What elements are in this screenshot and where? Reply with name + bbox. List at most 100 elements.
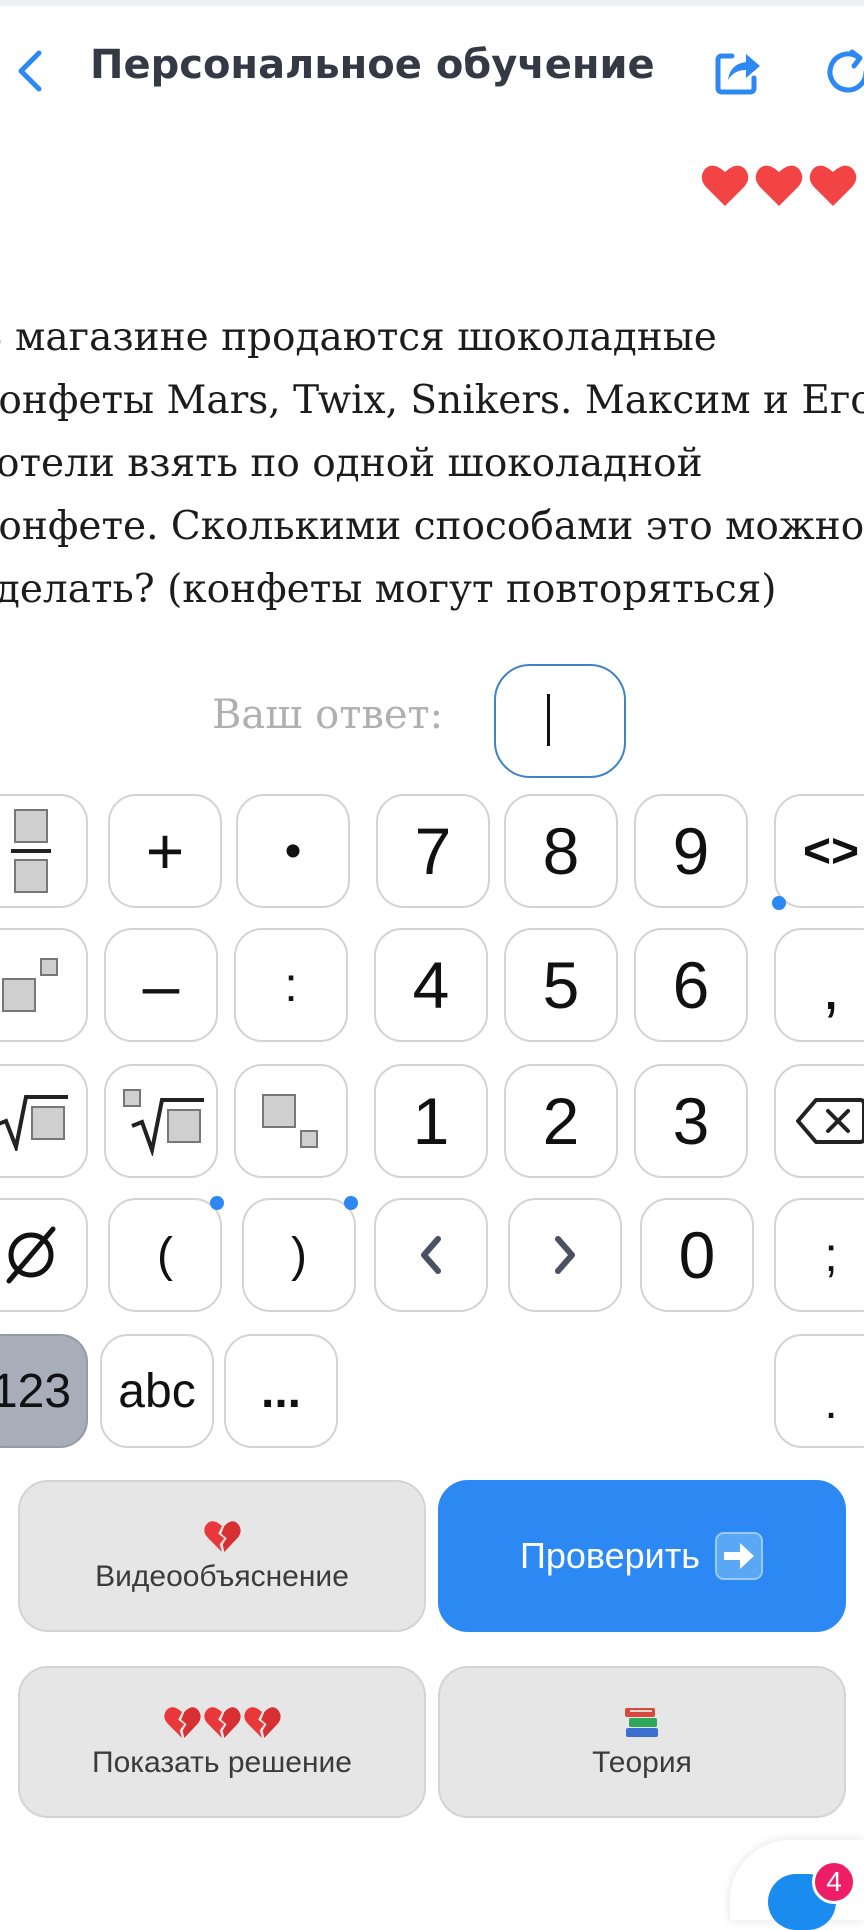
books-icon — [625, 1708, 658, 1737]
sqrt-key[interactable] — [0, 1064, 88, 1178]
more-symbols-key[interactable]: ... — [224, 1334, 338, 1448]
nth-root-key[interactable] — [104, 1064, 218, 1178]
chevron-right-icon — [555, 1236, 575, 1274]
page-title: Персональное обучение — [90, 42, 655, 88]
heart-icon — [755, 165, 803, 206]
check-button[interactable]: Проверить — [438, 1480, 846, 1632]
problem-text: В магазине продаются шоколадные конфеты … — [0, 306, 864, 616]
subscript-icon — [262, 1094, 318, 1148]
digit-6-key[interactable]: 6 — [634, 928, 748, 1042]
empty-set-key[interactable] — [0, 1198, 88, 1312]
key-label: • — [284, 824, 302, 878]
key-label: 3 — [672, 1084, 710, 1158]
plus-key[interactable]: + — [108, 794, 222, 908]
chat-badge: 4 — [812, 1860, 856, 1904]
show-solution-button[interactable]: Показать решение — [18, 1666, 426, 1818]
alpha-mode-key[interactable]: abc — [100, 1334, 214, 1448]
broken-heart-group — [163, 1704, 281, 1742]
problem-line: хотели взять по одной шоколадной — [0, 441, 703, 486]
key-label: 123 — [0, 1364, 72, 1418]
power-key[interactable] — [0, 928, 88, 1042]
key-label: ... — [260, 1364, 301, 1418]
key-label: , — [821, 949, 841, 1023]
refresh-icon — [827, 49, 864, 93]
broken-heart-icon — [244, 1707, 281, 1738]
theory-label: Теория — [592, 1746, 692, 1779]
subscript-key[interactable] — [234, 1064, 348, 1178]
share-icon — [715, 53, 760, 95]
broken-heart-icon — [164, 1707, 201, 1738]
nth-root-icon — [123, 1089, 204, 1156]
digit-8-key[interactable]: 8 — [504, 794, 618, 908]
key-label: 2 — [542, 1084, 580, 1158]
lives-indicator — [700, 160, 864, 220]
problem-line: В магазине продаются шоколадные — [0, 315, 717, 360]
period-key[interactable]: . — [774, 1334, 864, 1448]
key-label: abc — [118, 1364, 196, 1418]
left-paren-key[interactable]: ( — [108, 1196, 224, 1312]
key-label: 7 — [414, 814, 452, 888]
refresh-button[interactable] — [822, 46, 864, 98]
chevron-left-icon — [421, 1236, 441, 1274]
digit-4-key[interactable]: 4 — [374, 928, 488, 1042]
check-label: Проверить — [519, 1535, 701, 1576]
video-explanation-label: Видеообъяснение — [95, 1560, 349, 1593]
books-group — [622, 1704, 662, 1742]
key-label: <> — [802, 824, 860, 878]
cursor-left-key[interactable] — [374, 1198, 488, 1312]
broken-heart-icon — [204, 1707, 241, 1738]
answer-label: Ваш ответ: — [212, 692, 444, 738]
key-label: ; — [824, 1228, 838, 1282]
empty-set-icon — [6, 1226, 56, 1284]
digit-2-key[interactable]: 2 — [504, 1064, 618, 1178]
right-paren-key[interactable]: ) — [242, 1196, 358, 1312]
minus-key[interactable]: – — [104, 928, 218, 1042]
theory-button[interactable]: Теория — [438, 1666, 846, 1818]
key-label: ) — [291, 1228, 307, 1282]
sqrt-icon — [0, 1095, 68, 1151]
key-label: 5 — [542, 948, 580, 1022]
key-label: 1 — [412, 1084, 450, 1158]
key-label: 4 — [412, 948, 450, 1022]
cursor-right-key[interactable] — [508, 1198, 622, 1312]
show-solution-label: Показать решение — [92, 1746, 352, 1779]
digit-7-key[interactable]: 7 — [376, 794, 490, 908]
heart-icon — [701, 165, 749, 206]
digit-1-key[interactable]: 1 — [374, 1064, 488, 1178]
header: Персональное обучение — [0, 6, 864, 126]
key-label: + — [145, 814, 185, 888]
key-label: 6 — [672, 948, 710, 1022]
backspace-icon — [796, 1098, 864, 1144]
digit-9-key[interactable]: 9 — [634, 794, 748, 908]
key-label: : — [284, 958, 298, 1012]
digit-3-key[interactable]: 3 — [634, 1064, 748, 1178]
numeric-mode-key[interactable]: 123 — [0, 1334, 88, 1448]
corner-marker — [772, 896, 786, 910]
share-button[interactable] — [712, 46, 764, 98]
key-label: . — [824, 1376, 838, 1429]
problem-line: конфеты Mars, Twix, Snikers. Максим и Ег… — [0, 378, 864, 423]
divide-key[interactable]: : — [234, 928, 348, 1042]
comma-key[interactable]: , — [774, 928, 864, 1042]
semicolon-key[interactable]: ; — [774, 1198, 864, 1312]
answer-input[interactable] — [494, 664, 626, 778]
digit-0-key[interactable]: 0 — [640, 1198, 754, 1312]
multiply-dot-key[interactable]: • — [236, 794, 350, 908]
digit-5-key[interactable]: 5 — [504, 928, 618, 1042]
backspace-key[interactable] — [774, 1064, 864, 1178]
problem-line: конфете. Сколькими способами это можно — [0, 504, 864, 549]
toggle-keyboard-key[interactable]: <> — [772, 794, 864, 910]
key-label: ( — [157, 1228, 173, 1282]
corner-marker — [344, 1196, 358, 1210]
power-icon — [2, 958, 58, 1012]
problem-line: сделать? (конфеты могут повторяться) — [0, 567, 777, 612]
key-label: 8 — [542, 814, 580, 888]
fraction-key[interactable] — [0, 794, 88, 908]
right-arrow-icon — [715, 1532, 764, 1580]
broken-heart-icon — [204, 1521, 241, 1552]
corner-marker — [210, 1196, 224, 1210]
back-button[interactable] — [0, 36, 60, 106]
key-label: 9 — [672, 814, 710, 888]
video-explanation-button[interactable]: Видеообъяснение — [18, 1480, 426, 1632]
text-caret — [547, 694, 550, 746]
